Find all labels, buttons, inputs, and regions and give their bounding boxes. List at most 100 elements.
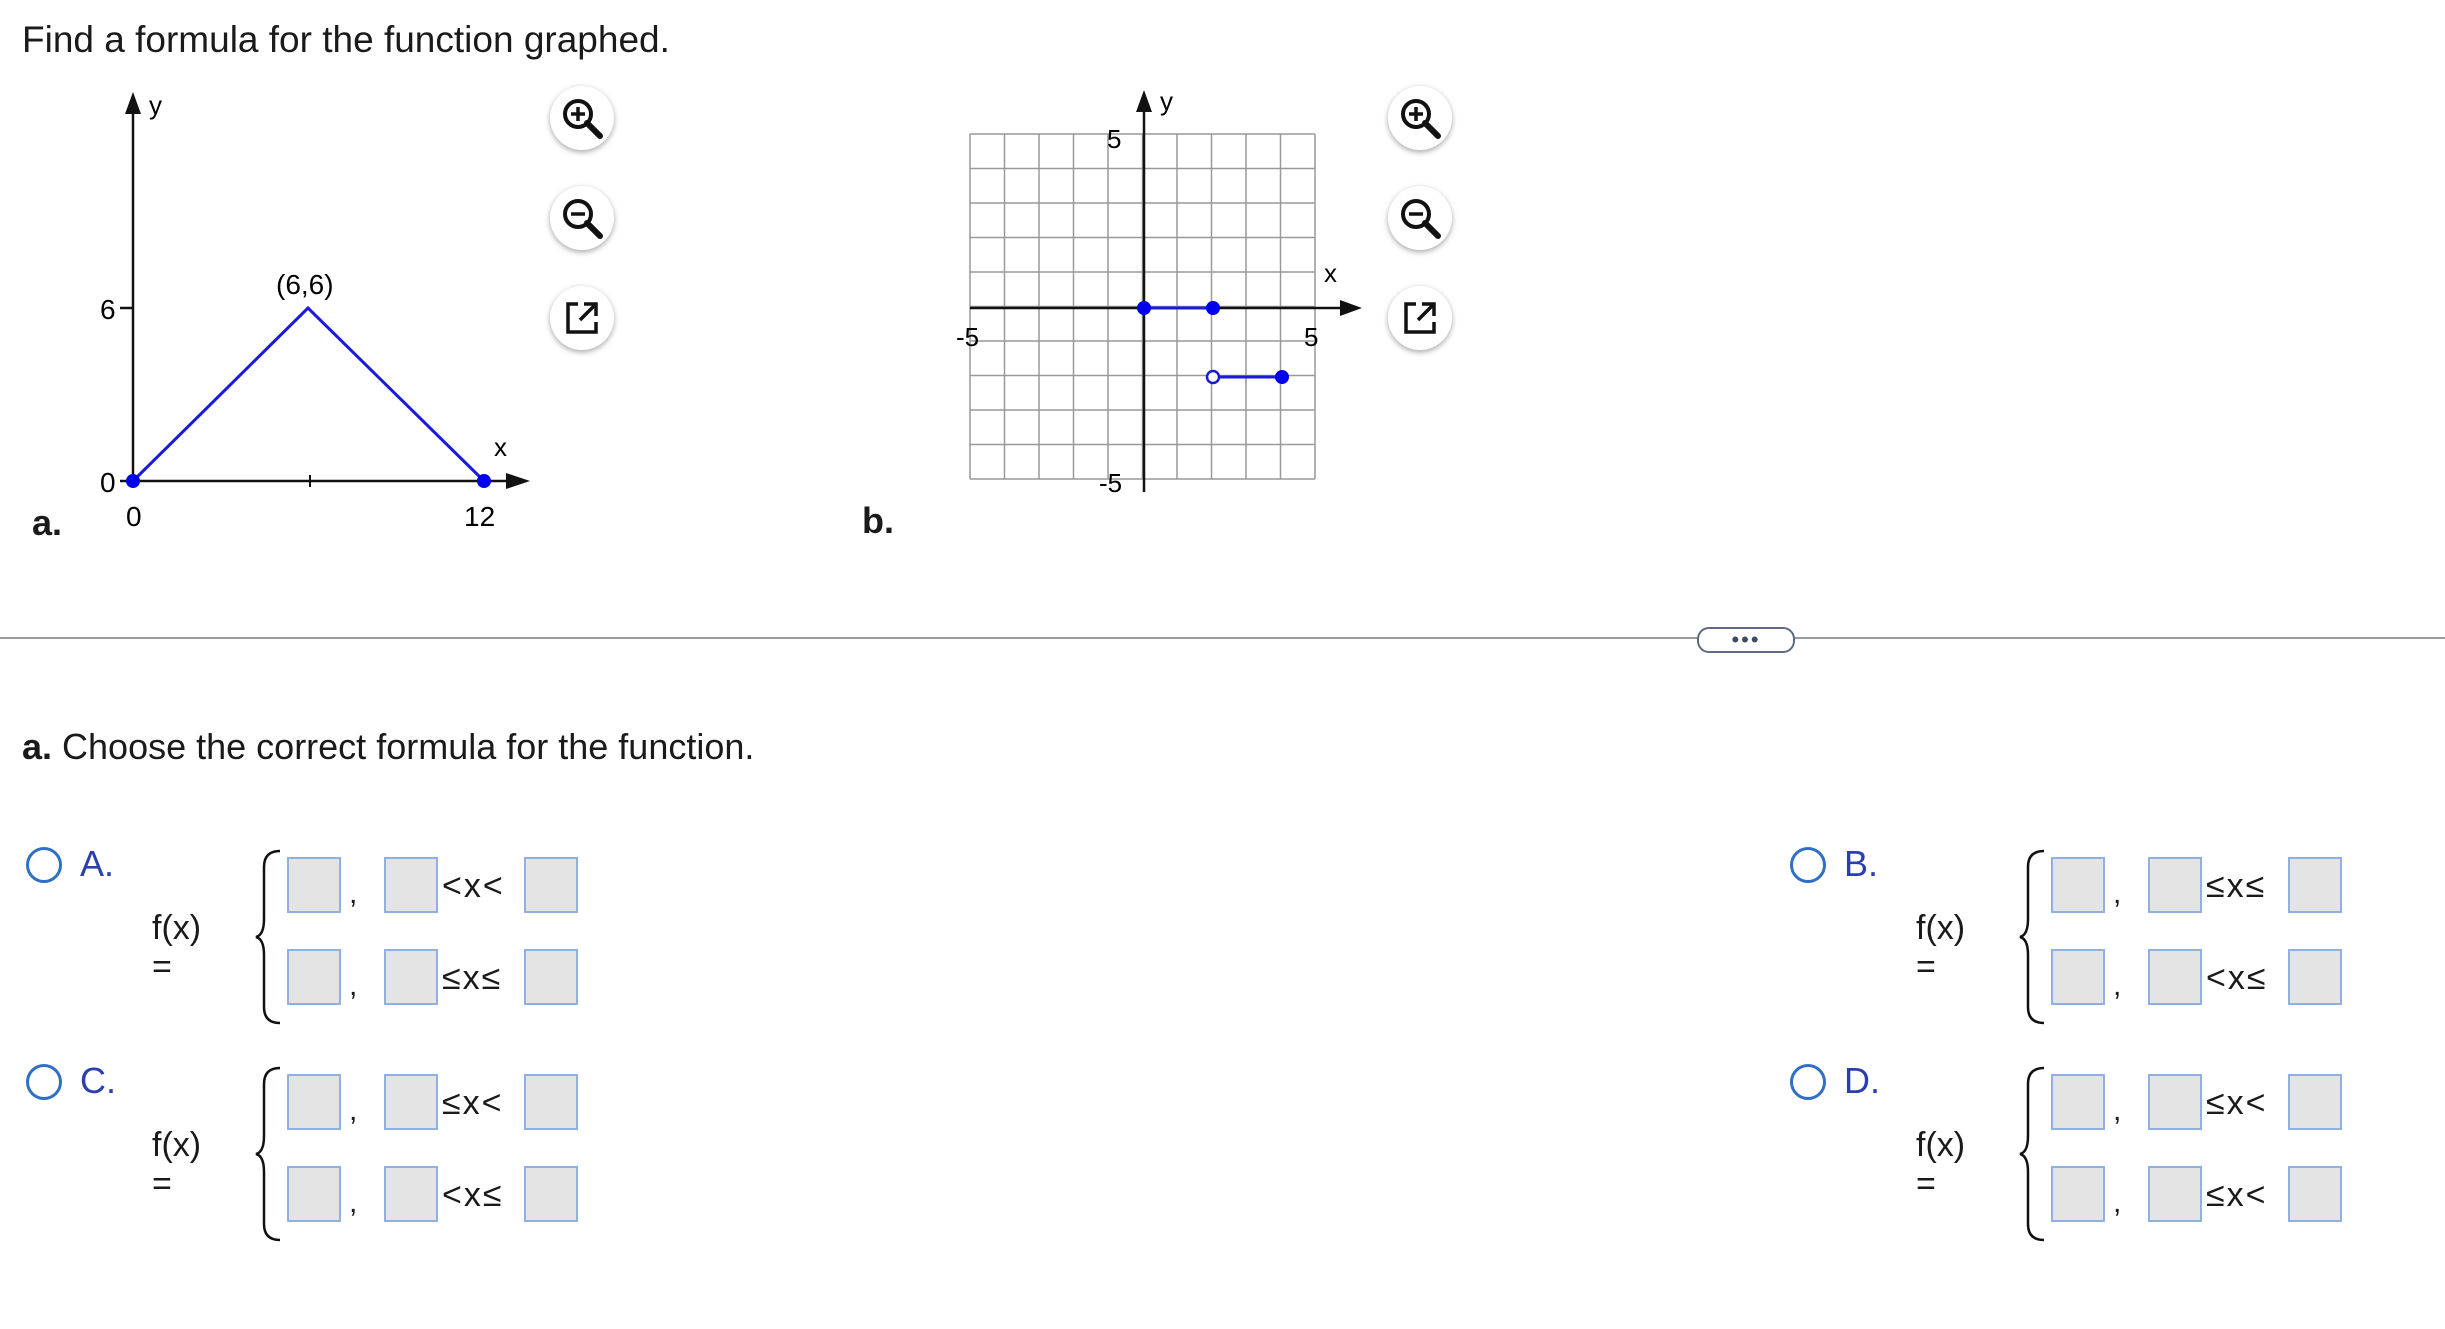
option-a-letter: A. <box>80 843 115 884</box>
option-b-row1-upper-box[interactable] <box>2288 857 2342 913</box>
question-body: Choose the correct formula for the funct… <box>52 726 755 767</box>
graph-b-x-arrow <box>1340 300 1362 316</box>
graph-a-point-12 <box>477 474 491 488</box>
option-d-row2-upper-box[interactable] <box>2288 1166 2342 1222</box>
option-d-row2-inequality: ≤x< <box>2206 1176 2268 1214</box>
option-d-row2-lower-box[interactable] <box>2148 1166 2202 1222</box>
option-d-row1-lower-box[interactable] <box>2148 1074 2202 1130</box>
option-d-radio[interactable] <box>1790 1064 1826 1100</box>
graph-b-y-arrow <box>1136 90 1152 112</box>
option-c-brace <box>255 1066 281 1242</box>
option-c-row2-upper-box[interactable] <box>524 1166 578 1222</box>
option-a-row2-lower-box[interactable] <box>384 949 438 1005</box>
option-d-row2-value-box[interactable] <box>2051 1166 2105 1222</box>
option-d-row1-value-box[interactable] <box>2051 1074 2105 1130</box>
zoom-out-icon <box>1401 199 1441 239</box>
graph-a-zoom-in-button[interactable] <box>550 86 614 150</box>
option-a-fx: f(x) = <box>152 909 202 986</box>
option-a-row1-lower-box[interactable] <box>384 857 438 913</box>
graph-a-peak-label: (6,6) <box>276 269 334 300</box>
graph-b-ytick-top-label: 5 <box>1107 124 1121 154</box>
option-b-row1-inequality: ≤x≤ <box>2206 867 2267 905</box>
option-b-brace <box>2019 849 2045 1025</box>
option-d-row1-upper-box[interactable] <box>2288 1074 2342 1130</box>
option-a-row2-value-box[interactable] <box>287 949 341 1005</box>
graph-a-point-origin <box>126 474 140 488</box>
option-b-row2-upper-box[interactable] <box>2288 949 2342 1005</box>
graph-a-zoom-out-button[interactable] <box>550 186 614 250</box>
graph-a-function-line <box>131 305 486 483</box>
graph-b-ytick-bottom-label: -5 <box>1099 468 1122 498</box>
option-a-row2-comma: , <box>349 969 358 1002</box>
graph-a-y-arrow <box>125 92 141 114</box>
option-b-row2-comma: , <box>2113 969 2122 1002</box>
option-a-row1-inequality: <x< <box>442 867 505 905</box>
graph-b-point-open-2 <box>1205 369 1221 385</box>
option-b-radio[interactable] <box>1790 847 1826 883</box>
graph-b-zoom-out-button[interactable] <box>1388 186 1452 250</box>
graph-b-xtick-right-label: 5 <box>1304 322 1318 352</box>
graph-a-x-arrow <box>506 473 530 489</box>
option-a-radio[interactable] <box>26 847 62 883</box>
option-d-fx: f(x) = <box>1916 1126 1966 1203</box>
option-d-letter: D. <box>1844 1060 1880 1101</box>
option-c-row2-lower-box[interactable] <box>384 1166 438 1222</box>
option-c-row2-value-box[interactable] <box>287 1166 341 1222</box>
option-c-row1-inequality: ≤x< <box>442 1084 504 1122</box>
option-c-row1-value-box[interactable] <box>287 1074 341 1130</box>
zoom-out-icon <box>563 199 603 239</box>
option-a-brace <box>255 849 281 1025</box>
question-text: a. Choose the correct formula for the fu… <box>22 726 754 768</box>
option-c-row2-comma: , <box>349 1186 358 1219</box>
option-b-row2-lower-box[interactable] <box>2148 949 2202 1005</box>
option-b-row2-value-box[interactable] <box>2051 949 2105 1005</box>
graph-a-x-label: x <box>494 432 507 462</box>
graph-b-xtick-left-label: -5 <box>956 322 979 352</box>
option-c-row1-comma: , <box>349 1094 358 1127</box>
option-a-row2-upper-box[interactable] <box>524 949 578 1005</box>
zoom-in-icon <box>563 99 603 139</box>
graph-a-ytick-6-label: 6 <box>100 294 116 325</box>
graph-b-y-label: y <box>1160 86 1173 116</box>
option-d-row1-comma: , <box>2113 1094 2122 1127</box>
option-c-fx: f(x) = <box>152 1126 202 1203</box>
graph-a-ytick-0-label: 0 <box>100 467 116 498</box>
option-a-row1-comma: , <box>349 877 358 910</box>
option-d-brace <box>2019 1066 2045 1242</box>
graph-b-x-label: x <box>1324 258 1337 288</box>
graph-b-label: b. <box>862 500 894 541</box>
graph-a-xtick-0-label: 0 <box>126 501 142 532</box>
more-options-button[interactable]: ••• <box>1697 627 1795 653</box>
graph-a-xtick-12-label: 12 <box>464 501 495 532</box>
option-b-fx: f(x) = <box>1916 909 1966 986</box>
pop-out-icon <box>1404 302 1436 334</box>
option-c-letter: C. <box>80 1060 116 1101</box>
section-divider <box>0 637 2445 639</box>
option-d-row2-comma: , <box>2113 1186 2122 1219</box>
option-b-row2-inequality: <x≤ <box>2206 959 2268 997</box>
graph-b-zoom-in-button[interactable] <box>1388 86 1452 150</box>
prompt-text: Find a formula for the function graphed. <box>22 19 670 60</box>
option-d-row1-inequality: ≤x< <box>2206 1084 2268 1122</box>
graph-b-pop-out-button[interactable] <box>1388 286 1452 350</box>
graph-a-y-label: y <box>149 90 162 120</box>
zoom-in-icon <box>1401 99 1441 139</box>
option-b-row1-value-box[interactable] <box>2051 857 2105 913</box>
option-c-radio[interactable] <box>26 1064 62 1100</box>
graph-a: y x 6 0 0 12 (6,6) <box>100 90 530 532</box>
option-b-letter: B. <box>1844 843 1879 884</box>
option-c-row1-lower-box[interactable] <box>384 1074 438 1130</box>
graph-b-point-closed-0 <box>1137 301 1151 315</box>
option-a-row1-value-box[interactable] <box>287 857 341 913</box>
option-a-row1-upper-box[interactable] <box>524 857 578 913</box>
graph-a-pop-out-button[interactable] <box>550 286 614 350</box>
option-c-row2-inequality: <x≤ <box>442 1176 504 1214</box>
pop-out-icon <box>566 302 598 334</box>
option-c-row1-upper-box[interactable] <box>524 1074 578 1130</box>
option-b-row1-comma: , <box>2113 877 2122 910</box>
option-b-row1-lower-box[interactable] <box>2148 857 2202 913</box>
option-a-row2-inequality: ≤x≤ <box>442 959 503 997</box>
graph-b-point-closed-4 <box>1275 370 1289 384</box>
graph-b-point-closed-2 <box>1206 301 1220 315</box>
question-prefix: a. <box>22 726 53 767</box>
